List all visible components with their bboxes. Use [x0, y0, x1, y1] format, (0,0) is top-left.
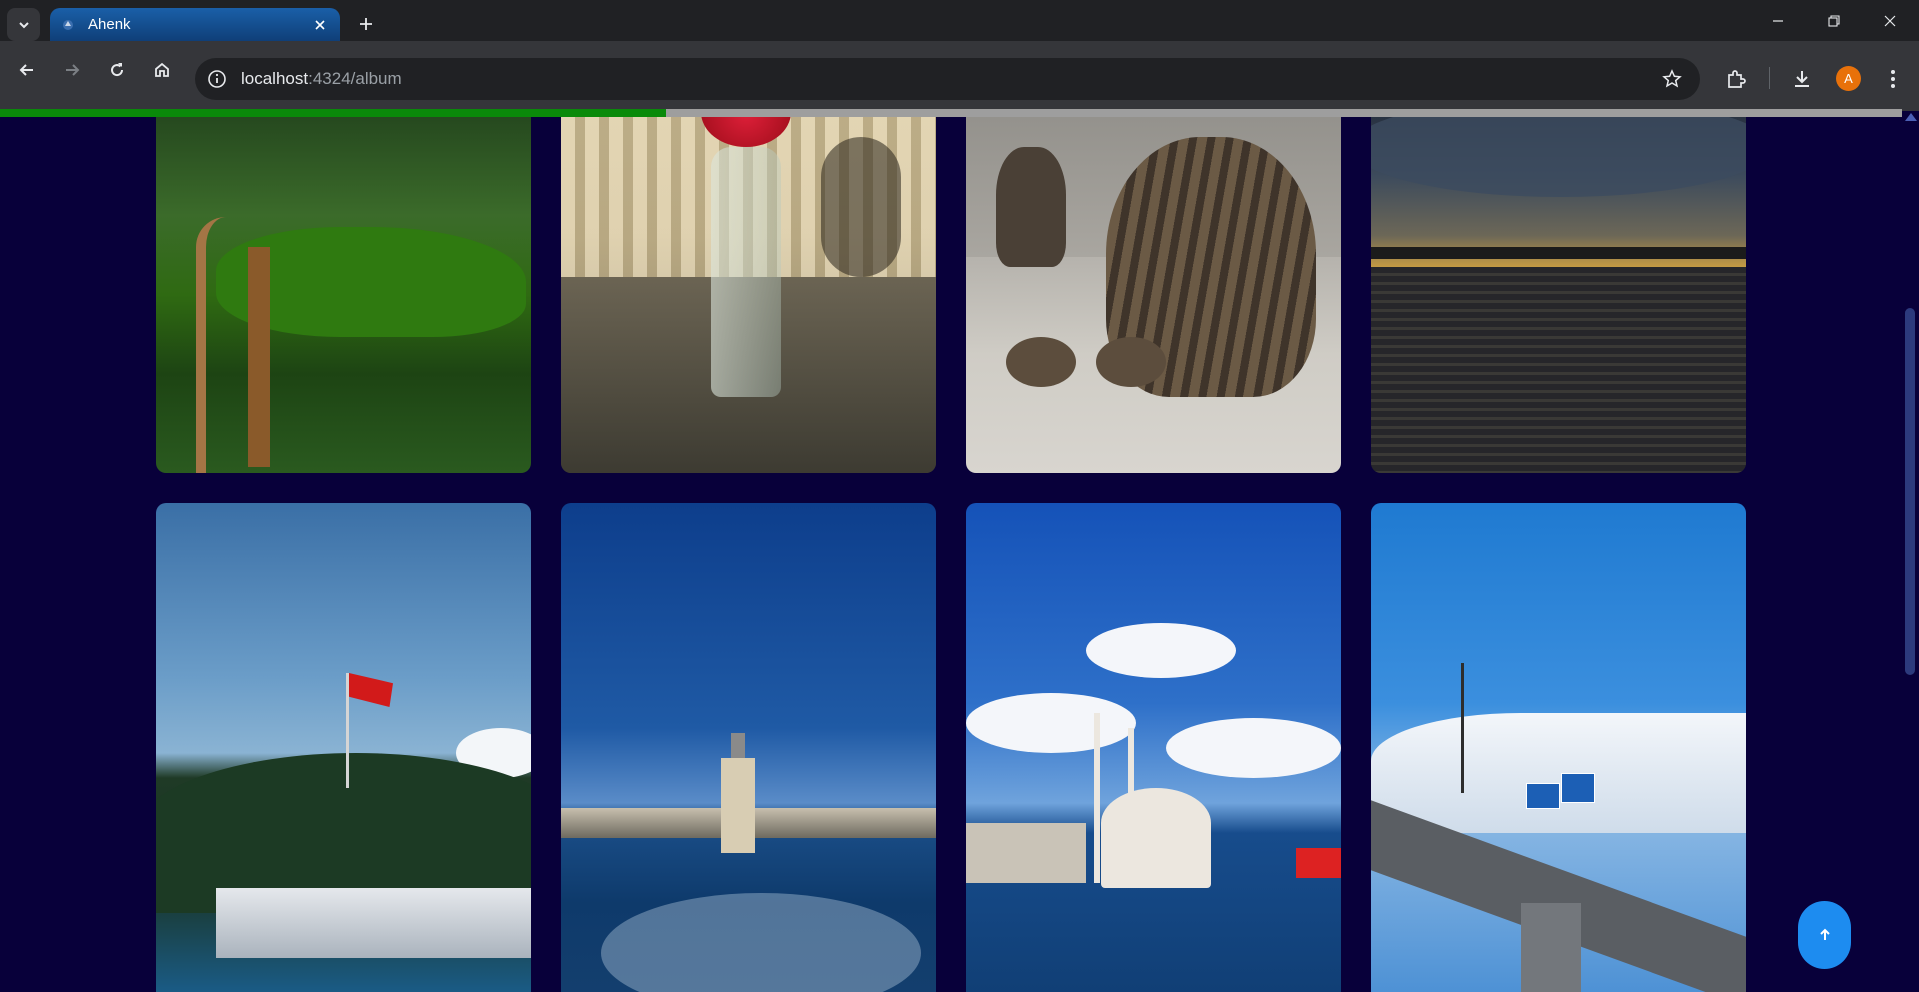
album-photo-pond[interactable]: [156, 117, 531, 473]
favicon-icon: [63, 19, 73, 30]
url-text[interactable]: localhost:4324/album: [241, 69, 402, 89]
downloads-button[interactable]: [1785, 62, 1819, 96]
plus-icon: [360, 18, 372, 30]
album-photo-flag-hill[interactable]: [156, 503, 531, 992]
close-window-button[interactable]: [1862, 0, 1918, 41]
browser-menu-button[interactable]: [1876, 62, 1910, 96]
page-scrollbar[interactable]: [1902, 111, 1919, 992]
page-progress-bar: [0, 109, 1902, 117]
chevron-down-icon: [18, 21, 29, 28]
album-photo-bridge[interactable]: [1371, 503, 1746, 992]
scrollbar-thumb[interactable]: [1905, 308, 1915, 675]
tab-title: Ahenk: [88, 16, 131, 33]
new-tab-button[interactable]: [352, 10, 380, 38]
restore-icon: [1828, 14, 1840, 27]
home-icon: [155, 62, 169, 77]
album-photo-mosque[interactable]: [966, 503, 1341, 992]
site-info-button[interactable]: [205, 67, 229, 91]
url-path: :4324/album: [308, 69, 402, 88]
album-grid: [0, 117, 1902, 992]
address-bar[interactable]: localhost:4324/album: [195, 58, 1700, 100]
album-photo-maiden-tower[interactable]: [561, 503, 936, 992]
forward-button[interactable]: [55, 53, 89, 87]
url-host: localhost: [241, 69, 309, 88]
back-button[interactable]: [10, 53, 44, 87]
album-photo-sunset[interactable]: [1371, 117, 1746, 473]
page-progress-fill: [0, 109, 666, 117]
puzzle-icon: [1728, 70, 1746, 88]
arrow-left-icon: [19, 64, 33, 76]
toolbar-separator: [1769, 67, 1770, 89]
reload-button[interactable]: [100, 53, 134, 87]
close-icon: [1884, 15, 1896, 26]
download-icon: [1795, 71, 1809, 87]
more-vertical-icon: [1891, 70, 1895, 88]
tab-search-button[interactable]: [7, 8, 40, 41]
restore-button[interactable]: [1806, 0, 1862, 41]
arrow-up-icon: [1819, 928, 1830, 940]
profile-avatar[interactable]: A: [1836, 66, 1861, 91]
album-photo-flowers[interactable]: [561, 117, 936, 473]
tab-close-button[interactable]: [310, 15, 330, 35]
browser-titlebar: Ahenk: [0, 0, 1919, 41]
info-icon: [208, 70, 226, 88]
minimize-button[interactable]: [1750, 0, 1806, 41]
minimize-icon: [1773, 19, 1783, 22]
bookmark-button[interactable]: [1660, 67, 1684, 91]
extensions-button[interactable]: [1719, 62, 1753, 96]
close-icon: [315, 19, 325, 30]
arrow-right-icon: [66, 64, 80, 76]
album-photo-cat[interactable]: [966, 117, 1341, 473]
reload-icon: [111, 63, 124, 77]
home-button[interactable]: [145, 53, 179, 87]
back-to-top-button[interactable]: [1798, 901, 1851, 969]
browser-tab-active[interactable]: Ahenk: [50, 8, 340, 41]
star-icon: [1662, 69, 1682, 88]
scroll-up-arrow-icon[interactable]: [1905, 113, 1917, 121]
